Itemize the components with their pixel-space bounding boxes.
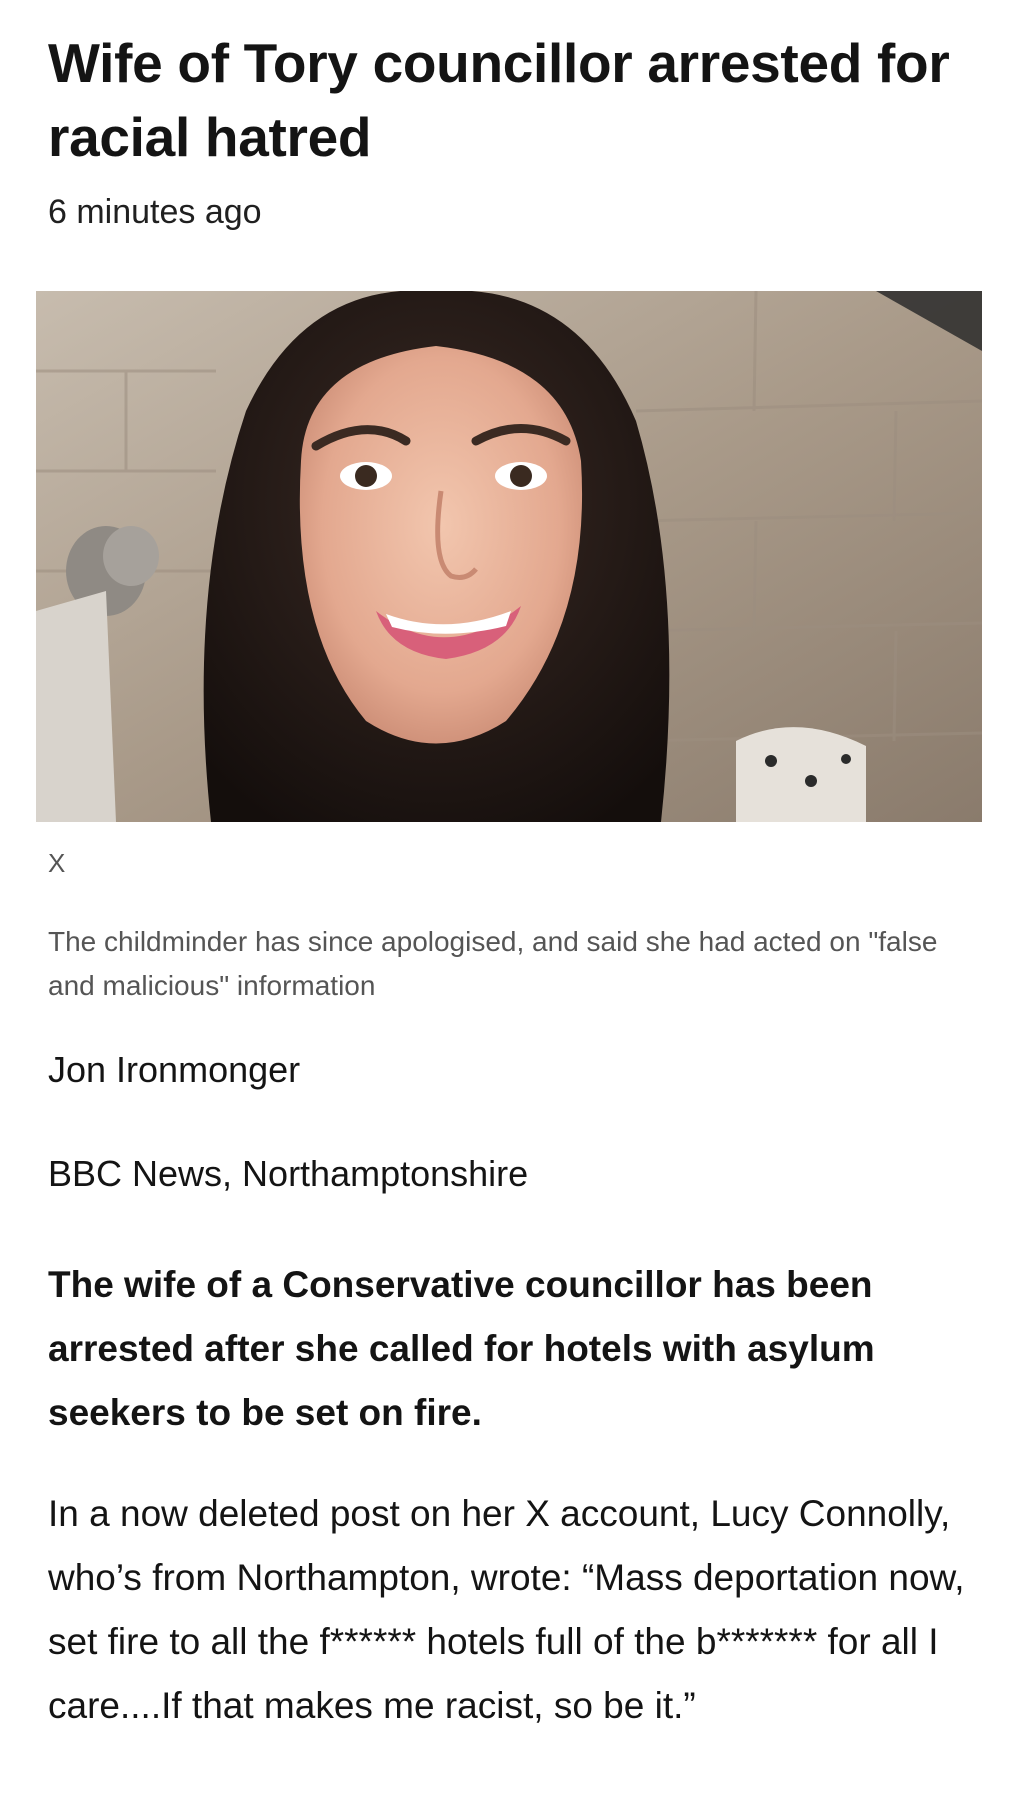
- author-name: Jon Ironmonger: [48, 1049, 301, 1090]
- article-header: Wife of Tory councillor arrested for rac…: [48, 0, 978, 234]
- photo-caption-block: X The childminder has since apologised, …: [48, 848, 978, 1008]
- article-photo: [36, 291, 982, 822]
- article-lede: The wife of a Conservative councillor ha…: [48, 1264, 875, 1433]
- author-outlet: BBC News, Northamptonshire: [48, 1153, 529, 1194]
- headline: Wife of Tory councillor arrested for rac…: [48, 32, 950, 168]
- photo-caption: The childminder has since apologised, an…: [48, 926, 938, 1001]
- article-paragraph: In a now deleted post on her X account, …: [48, 1493, 965, 1726]
- close-icon[interactable]: X: [48, 848, 978, 878]
- timestamp: 6 minutes ago: [48, 193, 262, 231]
